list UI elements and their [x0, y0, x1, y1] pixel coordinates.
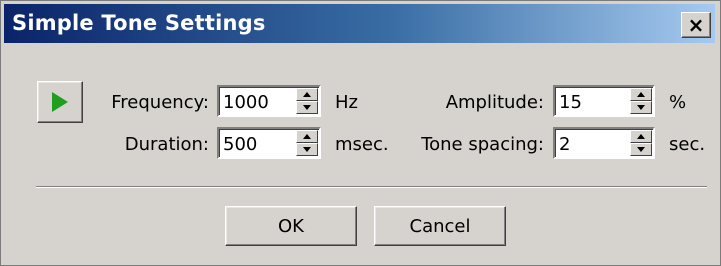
separator-line	[36, 186, 707, 188]
arrow-down-icon	[303, 147, 311, 152]
tone-spacing-spinner	[630, 130, 652, 156]
duration-spinner	[296, 130, 318, 156]
duration-increase-button[interactable]	[296, 130, 318, 143]
ok-button[interactable]: OK	[225, 206, 357, 246]
simple-tone-settings-dialog: Simple Tone Settings × Frequency: Hz Dur…	[0, 0, 721, 266]
tone-spacing-spinbox[interactable]	[553, 127, 655, 159]
tone-spacing-increase-button[interactable]	[630, 130, 652, 143]
tone-spacing-input[interactable]	[559, 132, 619, 156]
close-button[interactable]: ×	[681, 12, 711, 38]
play-icon	[52, 92, 68, 112]
frequency-decrease-button[interactable]	[296, 101, 318, 114]
title-bar[interactable]: Simple Tone Settings ×	[4, 4, 715, 43]
amplitude-spinbox[interactable]	[553, 85, 655, 117]
arrow-down-icon	[637, 105, 645, 110]
duration-input[interactable]	[223, 132, 283, 156]
frequency-label: Frequency:	[111, 92, 209, 113]
duration-unit: msec.	[335, 134, 389, 155]
tone-spacing-unit: sec.	[669, 134, 706, 155]
arrow-up-icon	[637, 134, 645, 139]
frequency-input[interactable]	[223, 90, 283, 114]
cancel-button[interactable]: Cancel	[374, 206, 506, 246]
amplitude-input[interactable]	[559, 90, 619, 114]
arrow-down-icon	[637, 147, 645, 152]
dialog-title: Simple Tone Settings	[12, 11, 266, 35]
close-icon: ×	[687, 13, 705, 37]
amplitude-increase-button[interactable]	[630, 88, 652, 101]
duration-label: Duration:	[124, 134, 209, 155]
amplitude-spinner	[630, 88, 652, 114]
arrow-up-icon	[303, 92, 311, 97]
frequency-increase-button[interactable]	[296, 88, 318, 101]
frequency-unit: Hz	[335, 92, 358, 113]
arrow-down-icon	[303, 105, 311, 110]
amplitude-unit: %	[669, 92, 687, 113]
arrow-up-icon	[303, 134, 311, 139]
tone-spacing-label: Tone spacing:	[421, 134, 544, 155]
arrow-up-icon	[637, 92, 645, 97]
play-button[interactable]	[37, 81, 83, 123]
tone-spacing-decrease-button[interactable]	[630, 143, 652, 156]
frequency-spinbox[interactable]	[217, 85, 321, 117]
duration-spinbox[interactable]	[217, 127, 321, 159]
frequency-spinner	[296, 88, 318, 114]
duration-decrease-button[interactable]	[296, 143, 318, 156]
amplitude-label: Amplitude:	[445, 92, 544, 113]
amplitude-decrease-button[interactable]	[630, 101, 652, 114]
